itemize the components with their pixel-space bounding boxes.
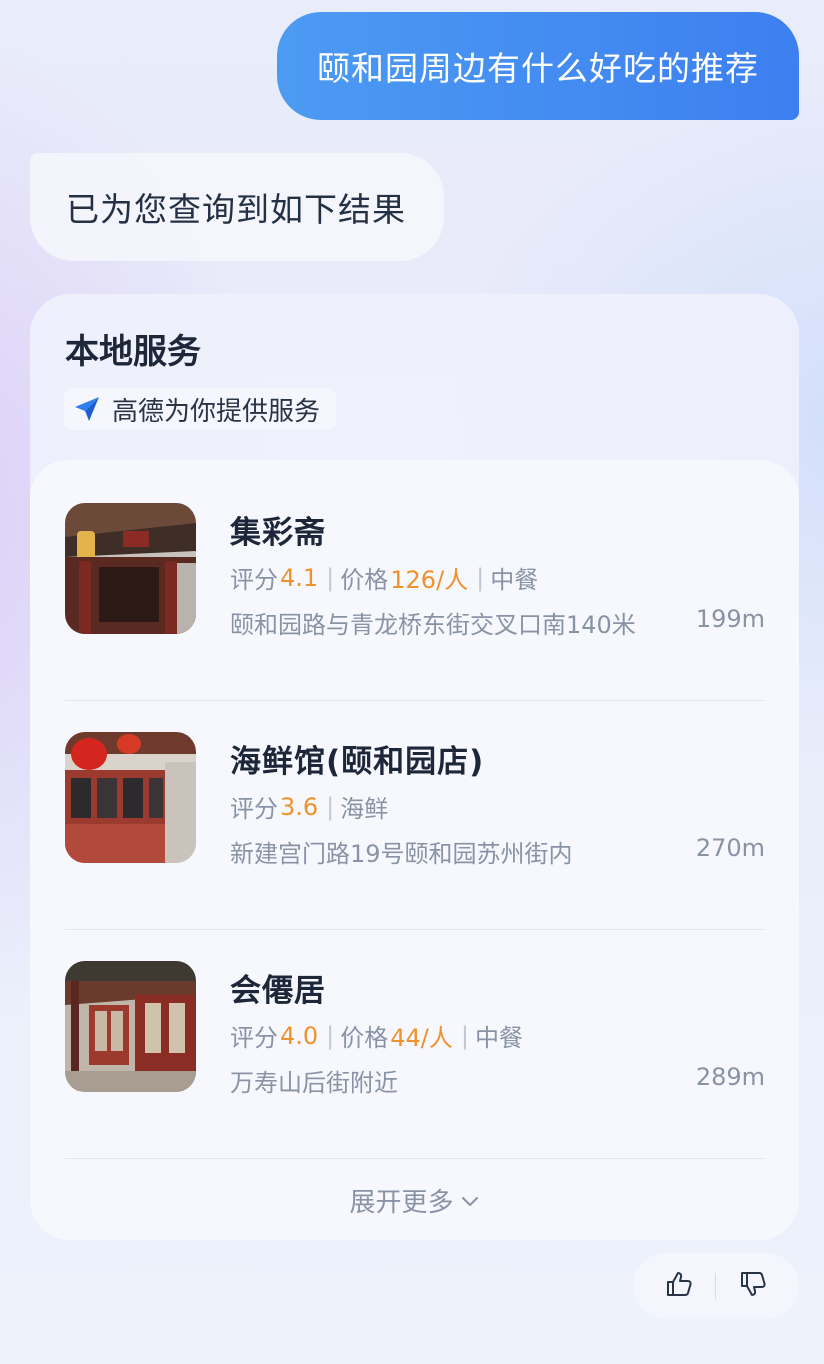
restaurant-item[interactable]: 海鲜馆(颐和园店) 评分 3.6 | 海鲜 新建宫门路19号颐和园苏州街内 27… — [65, 689, 765, 917]
rating-value: 3.6 — [280, 792, 319, 821]
chevron-down-icon — [460, 1185, 480, 1215]
restaurant-name: 集彩斋 — [230, 515, 326, 551]
restaurant-meta: 评分 4.1 | 价格 126/人 | 中餐 — [230, 560, 538, 595]
like-button[interactable] — [659, 1266, 699, 1306]
price-value: 44/人 — [390, 1024, 453, 1052]
provider-badge[interactable]: 高德为你提供服务 — [64, 388, 337, 430]
expand-more-label: 展开更多 — [349, 1187, 454, 1218]
dislike-button[interactable] — [733, 1266, 773, 1306]
expand-more-button[interactable]: 展开更多 — [30, 1170, 799, 1230]
category: 中餐 — [490, 566, 539, 594]
restaurant-distance: 199m — [695, 605, 765, 633]
restaurant-photo — [65, 732, 196, 863]
price-label: 价格 — [340, 1024, 389, 1052]
price-label: 价格 — [340, 566, 389, 594]
user-message-bubble: 颐和园周边有什么好吃的推荐 — [277, 12, 799, 120]
restaurant-address: 颐和园路与青龙桥东街交叉口南140米 — [230, 611, 636, 639]
amap-navigation-icon — [72, 394, 102, 424]
restaurant-meta: 评分 4.0 | 价格 44/人 | 中餐 — [230, 1018, 523, 1053]
rating-label: 评分 — [230, 795, 278, 823]
restaurant-photo — [65, 503, 196, 634]
meta-separator: | — [326, 792, 335, 821]
restaurant-item[interactable]: 集彩斋 评分 4.1 | 价格 126/人 | 中餐 颐和园路与青龙桥东街交叉口… — [65, 460, 765, 688]
list-divider — [65, 1158, 765, 1159]
rating-value: 4.0 — [280, 1021, 319, 1050]
restaurant-distance: 270m — [695, 834, 765, 862]
restaurant-meta: 评分 3.6 | 海鲜 — [230, 789, 388, 824]
user-message-text: 颐和园周边有什么好吃的推荐 — [317, 49, 759, 88]
provider-text: 高德为你提供服务 — [112, 396, 321, 427]
assistant-message-text: 已为您查询到如下结果 — [66, 190, 406, 229]
thumbs-down-icon — [738, 1269, 768, 1303]
restaurant-address: 新建宫门路19号颐和园苏州街内 — [230, 840, 573, 868]
category: 海鲜 — [340, 795, 389, 823]
category: 中餐 — [474, 1024, 523, 1052]
card-title: 本地服务 — [65, 332, 201, 372]
rating-value: 4.1 — [280, 563, 319, 592]
meta-separator: | — [460, 1021, 469, 1050]
price-value: 126/人 — [390, 566, 469, 594]
rating-label: 评分 — [230, 566, 278, 594]
restaurant-item[interactable]: 会僊居 评分 4.0 | 价格 44/人 | 中餐 万寿山后街附近 289m — [65, 918, 765, 1146]
feedback-divider — [715, 1273, 717, 1299]
restaurant-list: 集彩斋 评分 4.1 | 价格 126/人 | 中餐 颐和园路与青龙桥东街交叉口… — [30, 460, 799, 1240]
thumbs-up-icon — [664, 1269, 694, 1303]
restaurant-distance: 289m — [695, 1063, 765, 1091]
meta-separator: | — [476, 563, 485, 592]
restaurant-address: 万寿山后街附近 — [230, 1069, 398, 1097]
meta-separator: | — [326, 563, 335, 592]
assistant-message-bubble: 已为您查询到如下结果 — [30, 153, 444, 261]
restaurant-name: 海鲜馆(颐和园店) — [230, 744, 485, 780]
feedback-bar — [633, 1253, 799, 1319]
restaurant-photo — [65, 961, 196, 1092]
restaurant-name: 会僊居 — [230, 973, 326, 1009]
meta-separator: | — [326, 1021, 335, 1050]
local-service-card: 本地服务 高德为你提供服务 集彩斋 评分 4.1 | 价格 126/人 | 中餐… — [30, 294, 799, 1240]
rating-label: 评分 — [230, 1024, 278, 1052]
